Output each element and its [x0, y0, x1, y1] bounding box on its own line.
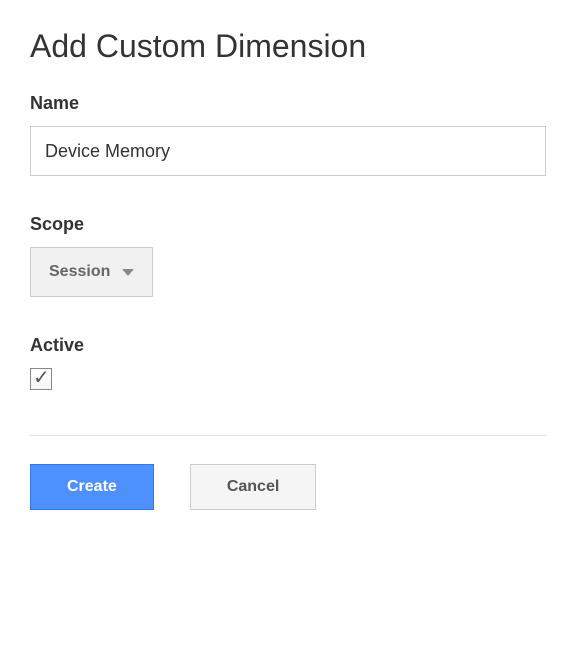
name-field-group: Name: [30, 93, 550, 176]
name-label: Name: [30, 93, 550, 114]
button-row: Create Cancel: [30, 464, 550, 510]
cancel-button[interactable]: Cancel: [190, 464, 316, 510]
scope-field-group: Scope Session: [30, 214, 550, 297]
scope-selected-value: Session: [49, 263, 110, 281]
create-button[interactable]: Create: [30, 464, 154, 510]
checkmark-icon: ✓: [33, 367, 50, 389]
name-input[interactable]: [30, 126, 546, 176]
active-field-group: Active ✓: [30, 335, 550, 395]
divider: [30, 435, 546, 436]
scope-label: Scope: [30, 214, 550, 235]
active-label: Active: [30, 335, 550, 356]
page-title: Add Custom Dimension: [30, 28, 550, 65]
caret-down-icon: [122, 269, 134, 276]
active-checkbox[interactable]: ✓: [30, 368, 52, 390]
scope-dropdown[interactable]: Session: [30, 247, 153, 297]
